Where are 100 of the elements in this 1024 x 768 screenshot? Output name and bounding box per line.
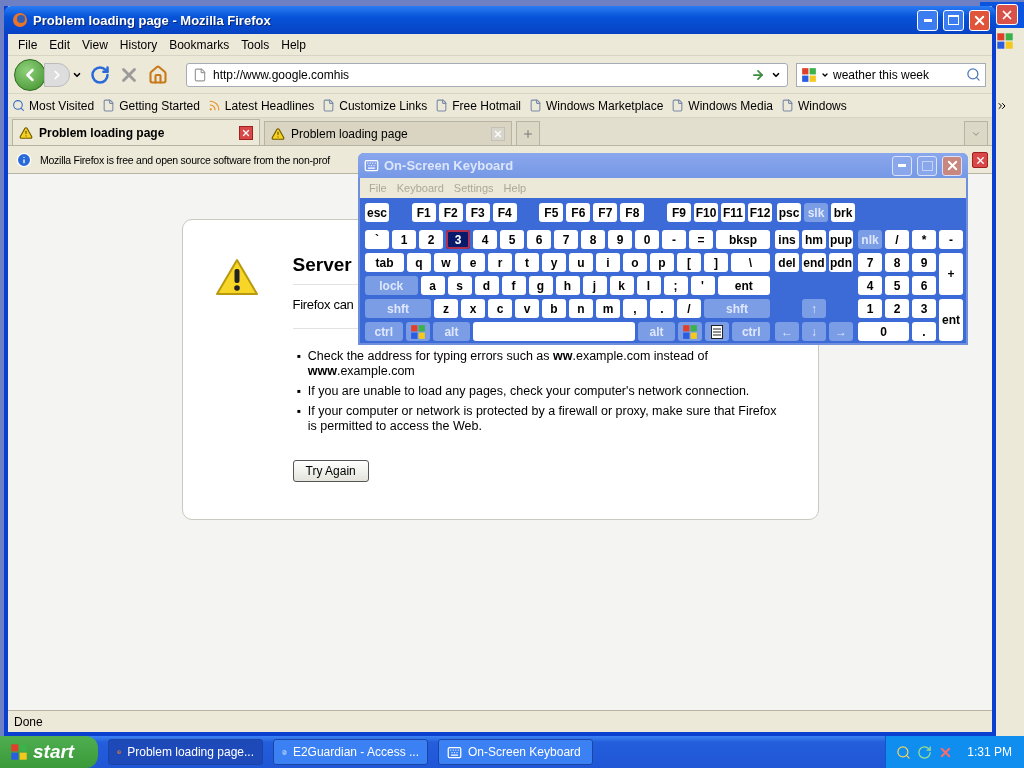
- minimize-button[interactable]: [892, 155, 912, 176]
- reload-button[interactable]: [90, 64, 110, 85]
- onscreen-key[interactable]: ]: [704, 253, 728, 272]
- onscreen-key[interactable]: F8: [620, 203, 645, 222]
- onscreen-key[interactable]: 1: [392, 230, 416, 249]
- onscreen-key[interactable]: i: [596, 253, 620, 272]
- windows-key[interactable]: [405, 322, 430, 341]
- onscreen-key[interactable]: f: [501, 276, 526, 295]
- onscreen-key[interactable]: brk: [831, 203, 855, 222]
- onscreen-key[interactable]: y: [542, 253, 566, 272]
- url-field[interactable]: http://www.google.comhis: [186, 62, 788, 87]
- onscreen-key[interactable]: tab: [365, 253, 404, 272]
- onscreen-key[interactable]: [: [677, 253, 701, 272]
- onscreen-key[interactable]: F6: [566, 203, 591, 222]
- onscreen-key[interactable]: \: [731, 253, 770, 272]
- onscreen-key[interactable]: 9: [912, 253, 936, 272]
- onscreen-key[interactable]: 5: [500, 230, 524, 249]
- onscreen-key[interactable]: c: [488, 299, 512, 318]
- search-icon[interactable]: [966, 67, 981, 82]
- bookmark-item[interactable]: Getting Started: [102, 98, 200, 113]
- onscreen-key[interactable]: hm: [802, 230, 826, 249]
- onscreen-key[interactable]: /: [677, 299, 701, 318]
- windows-key[interactable]: [678, 322, 703, 341]
- go-icon[interactable]: [751, 67, 765, 82]
- onscreen-key[interactable]: ;: [663, 276, 688, 295]
- sync-icon[interactable]: [917, 744, 933, 760]
- onscreen-key[interactable]: s: [447, 276, 472, 295]
- onscreen-key[interactable]: q: [407, 253, 431, 272]
- onscreen-key[interactable]: x: [461, 299, 485, 318]
- onscreen-key[interactable]: esc: [365, 203, 389, 222]
- onscreen-key[interactable]: .: [650, 299, 674, 318]
- home-button[interactable]: [148, 64, 168, 85]
- onscreen-key[interactable]: pdn: [829, 253, 853, 272]
- search-field[interactable]: weather this week: [796, 62, 986, 87]
- onscreen-key[interactable]: F5: [539, 203, 564, 222]
- bookmark-item[interactable]: Windows Marketplace: [528, 98, 664, 113]
- onscreen-key[interactable]: psc: [777, 203, 801, 222]
- onscreen-key[interactable]: F7: [593, 203, 618, 222]
- onscreen-key[interactable]: pup: [829, 230, 853, 249]
- browser-tab[interactable]: Problem loading page: [264, 121, 512, 145]
- taskbar-button[interactable]: E2Guardian - Access ...: [273, 739, 428, 765]
- onscreen-key[interactable]: F2: [438, 203, 463, 222]
- onscreen-key[interactable]: t: [515, 253, 539, 272]
- onscreen-key[interactable]: bksp: [716, 230, 770, 249]
- onscreen-key[interactable]: k: [609, 276, 634, 295]
- onscreen-key[interactable]: 6: [912, 276, 936, 295]
- onscreen-key[interactable]: =: [689, 230, 713, 249]
- onscreen-key[interactable]: m: [596, 299, 620, 318]
- onscreen-key[interactable]: 3: [912, 299, 936, 318]
- onscreen-key[interactable]: 8: [581, 230, 605, 249]
- onscreen-key[interactable]: v: [515, 299, 539, 318]
- onscreen-key[interactable]: p: [650, 253, 674, 272]
- onscreen-key[interactable]: b: [542, 299, 566, 318]
- menu-item[interactable]: Help: [275, 37, 312, 52]
- onscreen-key[interactable]: 6: [527, 230, 551, 249]
- onscreen-key[interactable]: 0: [858, 322, 909, 341]
- onscreen-key[interactable]: g: [528, 276, 553, 295]
- onscreen-key[interactable]: 7: [554, 230, 578, 249]
- onscreen-key[interactable]: 2: [419, 230, 443, 249]
- onscreen-key[interactable]: d: [474, 276, 499, 295]
- onscreen-key[interactable]: a: [420, 276, 445, 295]
- onscreen-key[interactable]: F1: [411, 203, 436, 222]
- bookmark-item[interactable]: Customize Links: [322, 98, 428, 113]
- onscreen-key[interactable]: j: [582, 276, 607, 295]
- onscreen-key[interactable]: ins: [775, 230, 799, 249]
- onscreen-key[interactable]: F4: [492, 203, 517, 222]
- onscreen-key[interactable]: ': [690, 276, 715, 295]
- onscreen-key[interactable]: 1: [858, 299, 882, 318]
- onscreen-key[interactable]: +: [939, 253, 963, 295]
- onscreen-key[interactable]: F11: [720, 203, 745, 222]
- taskbar-button[interactable]: Problem loading page...: [108, 739, 263, 765]
- onscreen-key[interactable]: `: [365, 230, 389, 249]
- onscreen-key[interactable]: -: [662, 230, 686, 249]
- menu-item[interactable]: Edit: [43, 37, 77, 52]
- onscreen-key[interactable]: ,: [623, 299, 647, 318]
- bookmark-item[interactable]: Most Visited: [12, 98, 95, 113]
- onscreen-key[interactable]: w: [434, 253, 458, 272]
- onscreen-key[interactable]: ent: [717, 276, 770, 295]
- onscreen-key[interactable]: 3: [446, 230, 470, 249]
- tab-close-button[interactable]: [239, 125, 253, 140]
- onscreen-key[interactable]: /: [885, 230, 909, 249]
- menu-key[interactable]: [705, 322, 730, 341]
- onscreen-key[interactable]: 4: [473, 230, 497, 249]
- onscreen-key[interactable]: ent: [939, 299, 963, 341]
- menu-item[interactable]: Bookmarks: [163, 37, 236, 52]
- onscreen-key[interactable]: F12: [747, 203, 772, 222]
- onscreen-key[interactable]: F3: [465, 203, 490, 222]
- onscreen-key[interactable]: n: [569, 299, 593, 318]
- onscreen-key[interactable]: e: [461, 253, 485, 272]
- bookmark-item[interactable]: Windows Media: [671, 98, 774, 113]
- onscreen-key[interactable]: F9: [666, 203, 691, 222]
- taskbar-button[interactable]: On-Screen Keyboard: [438, 739, 593, 765]
- onscreen-key[interactable]: l: [636, 276, 661, 295]
- bookmark-item[interactable]: Free Hotmail: [435, 98, 521, 113]
- onscreen-key[interactable]: del: [775, 253, 799, 272]
- try-again-button[interactable]: Try Again: [292, 460, 369, 482]
- onscreen-key[interactable]: .: [912, 322, 936, 341]
- browser-tab[interactable]: Problem loading page: [12, 119, 260, 145]
- onscreen-key[interactable]: 9: [608, 230, 632, 249]
- onscreen-key[interactable]: r: [488, 253, 512, 272]
